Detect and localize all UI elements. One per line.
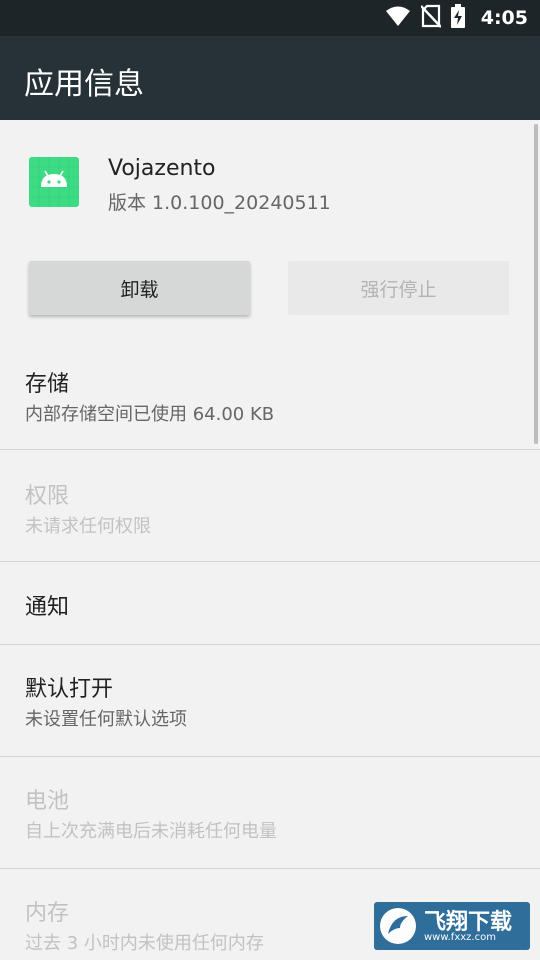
app-info-content[interactable]: Vojazento 版本 1.0.100_20240511 卸载 强行停止 存储…: [0, 120, 540, 960]
pref-summary: 内部存储空间已使用 64.00 KB: [25, 404, 275, 425]
pref-open-by-default[interactable]: 默认打开 未设置任何默认选项: [0, 645, 540, 757]
app-header: Vojazento 版本 1.0.100_20240511: [0, 120, 540, 250]
pref-title: 电池: [25, 789, 70, 814]
watermark-logo: 飞翔下载 www.fxxz.com: [374, 902, 530, 950]
pref-summary: 未请求任何权限: [25, 516, 151, 537]
pref-title: 默认打开: [25, 677, 114, 702]
page-title: 应用信息: [24, 67, 144, 102]
pref-storage[interactable]: 存储 内部存储空间已使用 64.00 KB: [0, 353, 540, 450]
status-time: 4:05: [480, 7, 528, 29]
scrollbar[interactable]: [534, 124, 538, 444]
watermark-url: www.fxxz.com: [424, 932, 496, 943]
no-sim-icon: [419, 4, 442, 32]
android-app-icon: [29, 157, 79, 207]
pref-title: 通知: [25, 595, 70, 620]
app-name: Vojazento: [108, 156, 216, 181]
status-bar: 4:05: [0, 0, 540, 36]
battery-charging-icon: [450, 4, 465, 32]
wifi-icon: [385, 5, 411, 31]
pref-title: 存储: [25, 372, 70, 397]
status-icons: 4:05: [385, 0, 528, 36]
pref-notifications[interactable]: 通知: [0, 562, 540, 645]
pref-permissions: 权限 未请求任何权限: [0, 450, 540, 562]
pref-title: 内存: [25, 901, 70, 926]
pref-summary: 自上次充满电后未消耗任何电量: [25, 821, 277, 842]
pref-summary: 过去 3 小时内未使用任何内存: [25, 933, 264, 954]
force-stop-button: 强行停止: [288, 261, 509, 315]
app-bar: 应用信息: [0, 36, 540, 120]
watermark-emblem-icon: [380, 908, 416, 944]
pref-title: 权限: [25, 484, 70, 509]
app-version: 版本 1.0.100_20240511: [108, 192, 331, 214]
pref-battery: 电池 自上次充满电后未消耗任何电量: [0, 757, 540, 869]
pref-summary: 未设置任何默认选项: [25, 709, 187, 730]
uninstall-button[interactable]: 卸载: [29, 261, 250, 315]
